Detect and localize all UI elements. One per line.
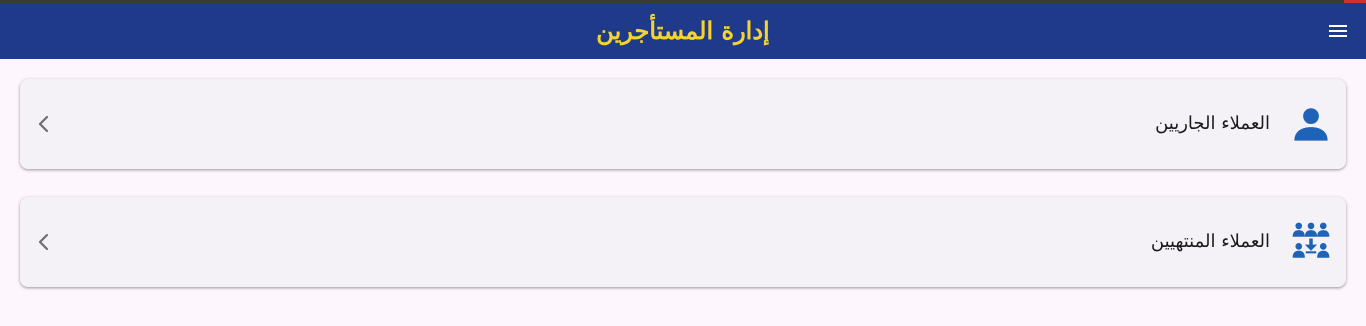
menu-button[interactable] xyxy=(1326,19,1350,43)
app-bar: إدارة المستأجرين xyxy=(0,3,1366,59)
ended-clients-card[interactable]: العملاء المنتهيين xyxy=(20,197,1346,287)
groups-archive-icon xyxy=(1292,222,1330,258)
ended-clients-label: العملاء المنتهيين xyxy=(1150,231,1270,252)
menu-list: العملاء الجاريين العملاء المنتهيين xyxy=(20,79,1346,315)
current-clients-label: العملاء الجاريين xyxy=(1155,113,1270,134)
hamburger-menu-icon xyxy=(1329,25,1347,37)
app-title: إدارة المستأجرين xyxy=(596,16,770,45)
person-icon xyxy=(1294,108,1328,141)
chevron-left-icon xyxy=(38,115,49,133)
current-clients-card[interactable]: العملاء الجاريين xyxy=(20,79,1346,169)
chevron-left-icon xyxy=(38,233,49,251)
